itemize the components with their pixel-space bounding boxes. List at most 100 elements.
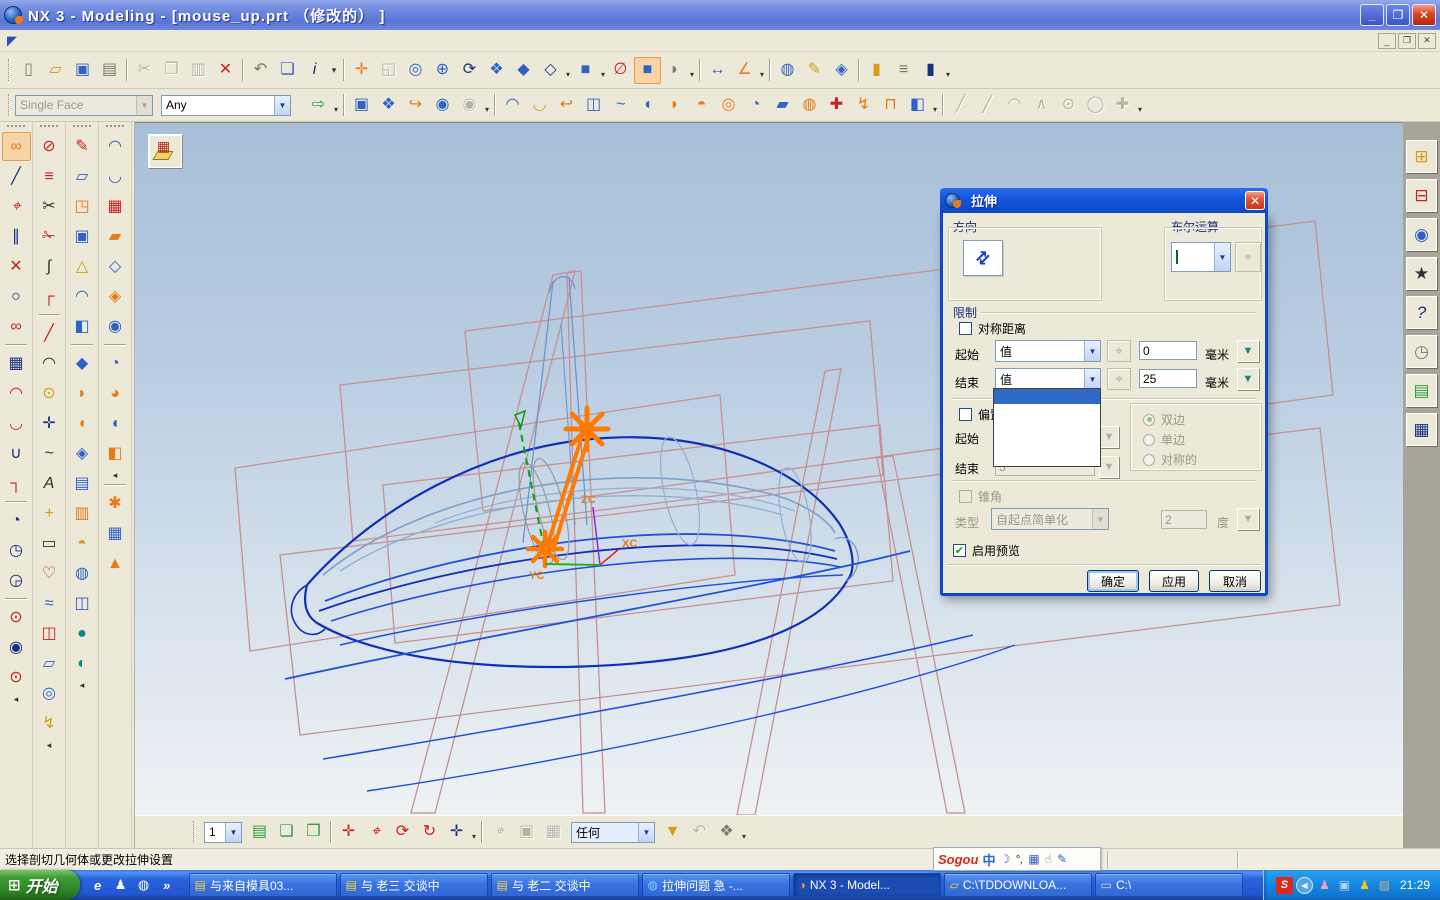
add-face-icon[interactable]: ✚ <box>823 92 850 119</box>
untrim-icon[interactable]: ⊘ <box>35 132 64 161</box>
exit-icon[interactable]: ▮ <box>917 57 950 84</box>
fillet-corner-icon[interactable]: ┌ <box>35 282 64 311</box>
cut-icon[interactable]: ✂ <box>131 57 158 84</box>
stamp-icon[interactable]: △ <box>68 252 97 281</box>
cylinder-cut-icon[interactable]: ◍ <box>68 559 97 588</box>
sketch-line-icon[interactable]: ╱ <box>947 92 974 119</box>
layer-settings-icon[interactable]: ▤ <box>246 819 273 846</box>
radio-single-side[interactable]: 单边 <box>1143 431 1185 448</box>
wcs-dynamics-icon[interactable]: ✛ <box>335 819 362 846</box>
column-grip[interactable] <box>73 125 91 129</box>
flatten-icon[interactable]: ≈ <box>35 589 64 618</box>
blend-right-icon[interactable]: ◗ <box>68 379 97 408</box>
close-button[interactable]: ✕ <box>1412 4 1436 26</box>
measure-distance-icon[interactable]: ↔ <box>704 57 731 84</box>
flip-sketch-icon[interactable]: ↯ <box>850 92 877 119</box>
sogou-mode-toggle[interactable]: 中 <box>982 850 995 869</box>
end-value-input[interactable] <box>1139 369 1197 388</box>
sogou-shape-icon[interactable]: ☽ <box>999 852 1010 866</box>
unbend-icon[interactable]: ◡ <box>526 92 553 119</box>
apply-button[interactable]: 应用 <box>1149 570 1199 592</box>
enable-preview-checkbox[interactable]: ✔ 启用预览 <box>953 542 1020 559</box>
help-icon[interactable]: ? <box>1406 296 1437 329</box>
component-add-icon[interactable]: ▦ <box>540 819 567 846</box>
start-extend-button[interactable]: ▼ <box>1237 340 1259 362</box>
menu-insert[interactable] <box>76 39 94 43</box>
offset-start-extend-button[interactable]: ▼ <box>1099 426 1119 448</box>
subtract-icon[interactable]: ◐ <box>68 649 97 678</box>
task-ie-browser[interactable]: 拉伸问题 急 -... <box>641 873 790 897</box>
sketch-ellipse-icon[interactable]: ◯ <box>1082 92 1109 119</box>
fillet-surface-icon[interactable]: ◖ <box>101 409 130 438</box>
task-nx[interactable]: NX 3 - Model... <box>792 873 941 897</box>
extrude-handle-bottom[interactable] <box>525 529 565 569</box>
deselect-all-icon[interactable]: ↶ <box>686 819 713 846</box>
extrude-body-icon[interactable]: ◆ <box>68 349 97 378</box>
edit-params-icon[interactable]: ≡ <box>35 162 64 191</box>
menu-edit[interactable] <box>40 39 58 43</box>
dialog-close-button[interactable]: ✕ <box>1245 191 1265 210</box>
selection-scope-combo[interactable]: 任何 ▼ <box>571 821 655 843</box>
toolbar-grip2[interactable] <box>8 94 11 116</box>
delete-icon[interactable]: ✕ <box>212 57 239 84</box>
sheet-curve-icon[interactable]: ▱ <box>35 649 64 678</box>
layer-category-icon[interactable]: ❐ <box>300 819 327 846</box>
resize-face-icon[interactable]: ❖ <box>375 92 402 119</box>
wcs-origin-icon[interactable]: ⌖ <box>362 819 389 846</box>
u-curve-icon[interactable]: ∪ <box>2 439 31 468</box>
shaded-display-icon[interactable]: ■ <box>634 56 661 84</box>
sogou-punct-icon[interactable]: °, <box>1015 852 1023 866</box>
circle-radius-icon[interactable]: ◉ <box>2 633 31 662</box>
selection-intent-combo[interactable]: Single Face ▼ <box>15 94 153 116</box>
view-log-icon[interactable]: ❏ <box>274 57 301 84</box>
rectangle-icon[interactable]: ▭ <box>35 529 64 558</box>
rebend-icon[interactable]: ↩ <box>553 92 580 119</box>
snap-endpoint-icon[interactable]: ╱ <box>2 162 31 191</box>
snap-csys-icon[interactable]: ⌖ <box>2 192 31 221</box>
flag-surface-icon[interactable]: ▲ <box>101 549 130 578</box>
mdi-close-button[interactable]: ✕ <box>1418 32 1436 49</box>
selection-filter-combo[interactable]: Any ▼ <box>161 94 291 116</box>
dome-icon[interactable]: ◓ <box>68 529 97 558</box>
arc-icon[interactable]: ◠ <box>2 379 31 408</box>
unite-icon[interactable]: ● <box>68 619 97 648</box>
print-icon[interactable]: ▤ <box>96 57 123 84</box>
boolean-select-button[interactable]: ⌖ <box>1235 242 1261 272</box>
extract-curve-icon[interactable]: ◎ <box>35 679 64 708</box>
dropdown-option[interactable] <box>994 389 1100 405</box>
display-mode-icon[interactable]: ■ <box>572 57 605 84</box>
pan-icon[interactable]: ❖ <box>483 57 510 84</box>
sogou-hand-icon[interactable]: ☝ <box>1045 852 1052 866</box>
rib-icon[interactable]: ◫ <box>580 92 607 119</box>
symmetric-distance-checkbox[interactable]: 对称距离 <box>959 320 1026 337</box>
arc-reverse-icon[interactable]: ◡ <box>2 409 31 438</box>
circle-full-icon[interactable]: ◔ <box>2 506 31 535</box>
shell-icon[interactable]: ◳ <box>68 192 97 221</box>
window-open-icon[interactable]: ▮ <box>863 57 890 84</box>
trim-surface-icon[interactable]: ◉ <box>101 312 130 341</box>
bound-plane-icon[interactable]: ▤ <box>68 469 97 498</box>
arc-tool-icon[interactable]: ◠ <box>35 349 64 378</box>
task-folder[interactable]: C:\TDDOWNLOA... <box>943 873 1092 897</box>
tray-qq-gold-icon[interactable]: ♟ <box>1356 877 1373 894</box>
tray-photo-icon[interactable]: ▨ <box>1376 877 1393 894</box>
split-body-icon[interactable]: ◫ <box>68 589 97 618</box>
sketch-fillet-icon[interactable]: ◠ <box>1001 92 1028 119</box>
task-drive[interactable]: C:\ <box>1094 873 1243 897</box>
wireframe-display-icon[interactable]: ◇ <box>537 57 570 84</box>
start-value-input[interactable] <box>1139 341 1197 360</box>
profile-icon[interactable]: ♡ <box>35 559 64 588</box>
trim-curve-icon[interactable]: ✂ <box>35 192 64 221</box>
menu-file[interactable] <box>22 39 40 43</box>
mdi-restore-button[interactable]: ❐ <box>1398 32 1416 49</box>
menu-view[interactable] <box>58 39 76 43</box>
ungroup-features-icon[interactable]: ◉ <box>456 92 489 119</box>
ok-button[interactable]: 确定 <box>1087 570 1139 592</box>
point-snap-icon[interactable]: ⌖ <box>486 819 513 846</box>
taper-angle-input[interactable] <box>1161 510 1207 529</box>
open-file-icon[interactable]: ▱ <box>42 57 69 84</box>
dropdown-option[interactable] <box>994 420 1100 435</box>
menu-preferences[interactable] <box>184 39 202 43</box>
divide-curve-icon[interactable]: ✁ <box>35 222 64 251</box>
point-constructor-icon[interactable]: + <box>35 499 64 528</box>
